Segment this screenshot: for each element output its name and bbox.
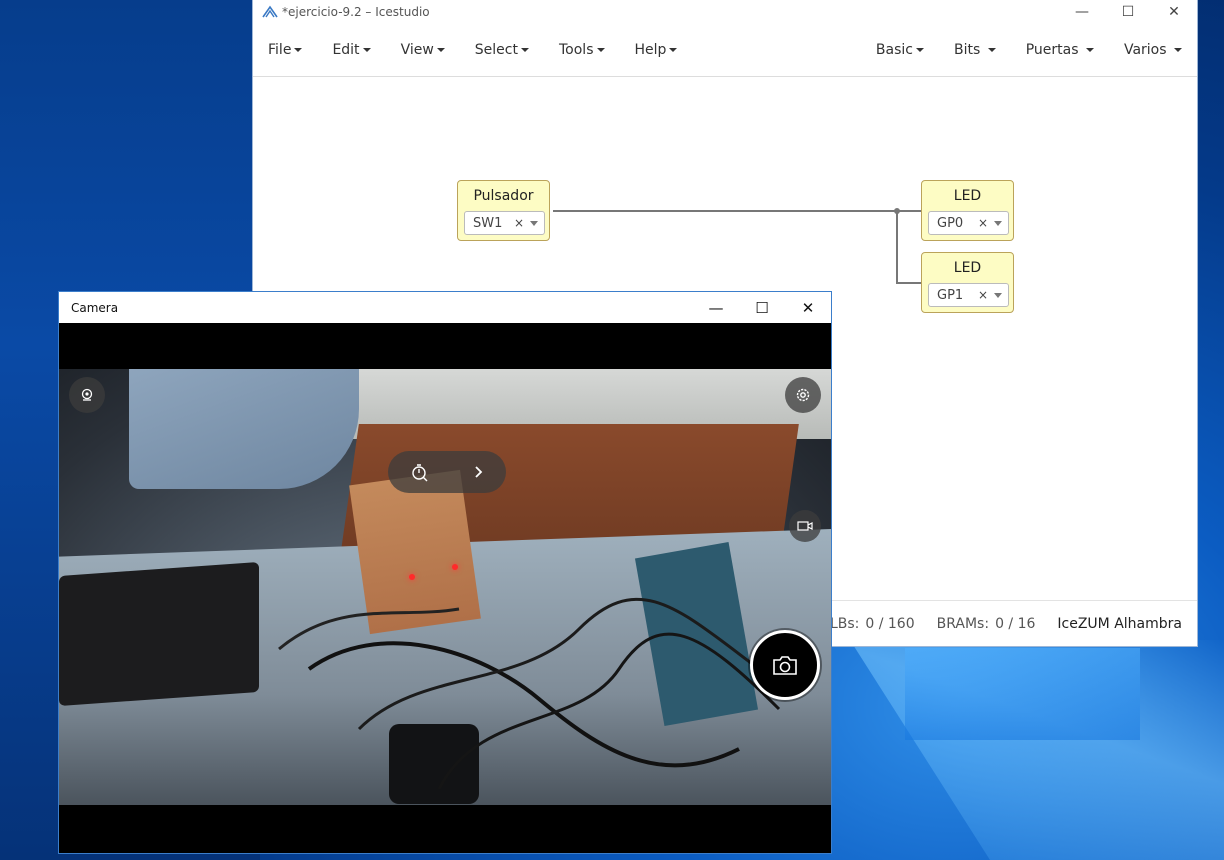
clear-icon[interactable]: × bbox=[978, 288, 988, 302]
camera-titlebar: Camera — ☐ ✕ bbox=[59, 292, 831, 323]
caret-down-icon bbox=[1174, 48, 1182, 52]
pin-select-sw1[interactable]: SW1 × bbox=[464, 211, 545, 235]
block-pulsador[interactable]: Pulsador SW1 × bbox=[457, 180, 550, 241]
menu-basic[interactable]: Basic bbox=[861, 24, 939, 76]
caret-down-icon bbox=[987, 48, 996, 52]
brams-status: BRAMs: 0 / 16 bbox=[937, 616, 1036, 632]
caret-down-icon bbox=[521, 48, 529, 52]
timer-control[interactable] bbox=[388, 451, 506, 493]
caret-down-icon bbox=[362, 48, 371, 52]
close-icon: ✕ bbox=[1168, 4, 1180, 20]
menu-help[interactable]: Help bbox=[620, 24, 693, 76]
menu-tools[interactable]: Tools bbox=[544, 24, 620, 76]
menu-tools-label: Tools bbox=[559, 42, 594, 58]
menu-varios[interactable]: Varios bbox=[1109, 24, 1197, 76]
close-button[interactable]: ✕ bbox=[1151, 0, 1197, 24]
icestudio-menubar: File Edit View Select Tools Help Basic B… bbox=[253, 24, 1197, 77]
brams-label: BRAMs: bbox=[936, 616, 990, 632]
camera-preview[interactable] bbox=[59, 369, 831, 805]
caret-down-icon bbox=[294, 48, 303, 52]
caret-down-icon bbox=[669, 48, 678, 52]
video-mode-button[interactable] bbox=[789, 510, 821, 542]
block-led-gp0[interactable]: LED GP0 × bbox=[921, 180, 1014, 241]
preview-cables bbox=[278, 597, 781, 790]
menu-help-label: Help bbox=[634, 42, 667, 58]
brams-value: 0 / 16 bbox=[995, 616, 1036, 632]
caret-down-icon bbox=[436, 48, 445, 52]
settings-icon bbox=[796, 388, 810, 402]
close-icon: ✕ bbox=[801, 298, 815, 317]
settings-button[interactable] bbox=[785, 377, 821, 413]
menu-select-label: Select bbox=[474, 42, 518, 58]
plbs-value: 0 / 160 bbox=[865, 616, 915, 632]
menu-file[interactable]: File bbox=[253, 24, 317, 76]
hdr-button[interactable] bbox=[69, 377, 105, 413]
block-led-gp1[interactable]: LED GP1 × bbox=[921, 252, 1014, 313]
desktop-wallpaper-pane bbox=[905, 648, 1140, 740]
menu-view[interactable]: View bbox=[386, 24, 460, 76]
minimize-icon: — bbox=[708, 298, 724, 317]
take-photo-button[interactable] bbox=[750, 630, 820, 700]
camera-shutter-icon bbox=[773, 656, 797, 675]
wire-junction bbox=[894, 208, 900, 214]
clear-icon[interactable]: × bbox=[978, 216, 988, 230]
maximize-icon: ☐ bbox=[1121, 4, 1135, 20]
menu-bits-label: Bits bbox=[953, 42, 981, 58]
dropdown-arrow-icon[interactable] bbox=[994, 293, 1002, 298]
camera-window: Camera — ☐ ✕ bbox=[58, 291, 832, 854]
menu-file-label: File bbox=[268, 42, 292, 58]
desktop-wallpaper-light bbox=[850, 640, 1224, 860]
plbs-status: PLBs: 0 / 160 bbox=[822, 616, 915, 632]
minimize-icon: — bbox=[1075, 4, 1089, 20]
block-led-name: LED bbox=[953, 260, 982, 276]
hdr-icon bbox=[81, 388, 93, 401]
dropdown-arrow-icon[interactable] bbox=[530, 221, 538, 226]
board-name[interactable]: IceZUM Alhambra bbox=[1057, 616, 1182, 632]
dropdown-arrow-icon[interactable] bbox=[994, 221, 1002, 226]
block-pulsador-name: Pulsador bbox=[473, 188, 534, 204]
minimize-button[interactable]: — bbox=[1059, 0, 1105, 24]
caret-down-icon bbox=[1085, 48, 1094, 52]
menu-puertas-label: Puertas bbox=[1025, 42, 1079, 58]
menu-puertas[interactable]: Puertas bbox=[1011, 24, 1109, 76]
menu-bits[interactable]: Bits bbox=[939, 24, 1011, 76]
block-led-name: LED bbox=[953, 188, 982, 204]
maximize-button[interactable]: ☐ bbox=[739, 292, 785, 323]
timer-icon[interactable] bbox=[410, 462, 430, 482]
close-button[interactable]: ✕ bbox=[785, 292, 831, 323]
pin-select-gp1[interactable]: GP1 × bbox=[928, 283, 1009, 307]
wire-sw1-gp1[interactable] bbox=[896, 211, 921, 284]
menu-varios-label: Varios bbox=[1123, 42, 1167, 58]
icestudio-window-title: *ejercicio-9.2 – Icestudio bbox=[282, 5, 430, 19]
camera-window-title: Camera bbox=[71, 300, 119, 315]
caret-down-icon bbox=[915, 48, 924, 52]
pin-select-value: GP1 bbox=[937, 287, 964, 303]
clear-icon[interactable]: × bbox=[514, 216, 524, 230]
pin-select-value: GP0 bbox=[937, 215, 964, 231]
video-mode-icon bbox=[797, 521, 813, 531]
icestudio-titlebar: *ejercicio-9.2 – Icestudio — ☐ ✕ bbox=[253, 0, 1197, 24]
menu-edit[interactable]: Edit bbox=[317, 24, 385, 76]
menu-basic-label: Basic bbox=[875, 42, 913, 58]
maximize-button[interactable]: ☐ bbox=[1105, 0, 1151, 24]
pin-select-value: SW1 bbox=[473, 215, 503, 231]
caret-down-icon bbox=[596, 48, 605, 52]
minimize-button[interactable]: — bbox=[693, 292, 739, 323]
maximize-icon: ☐ bbox=[755, 298, 769, 317]
pin-select-gp0[interactable]: GP0 × bbox=[928, 211, 1009, 235]
menu-edit-label: Edit bbox=[332, 42, 360, 58]
menu-select[interactable]: Select bbox=[460, 24, 544, 76]
chevron-right-icon[interactable] bbox=[473, 465, 485, 479]
icestudio-logo-icon bbox=[262, 5, 278, 18]
menu-view-label: View bbox=[400, 42, 434, 58]
